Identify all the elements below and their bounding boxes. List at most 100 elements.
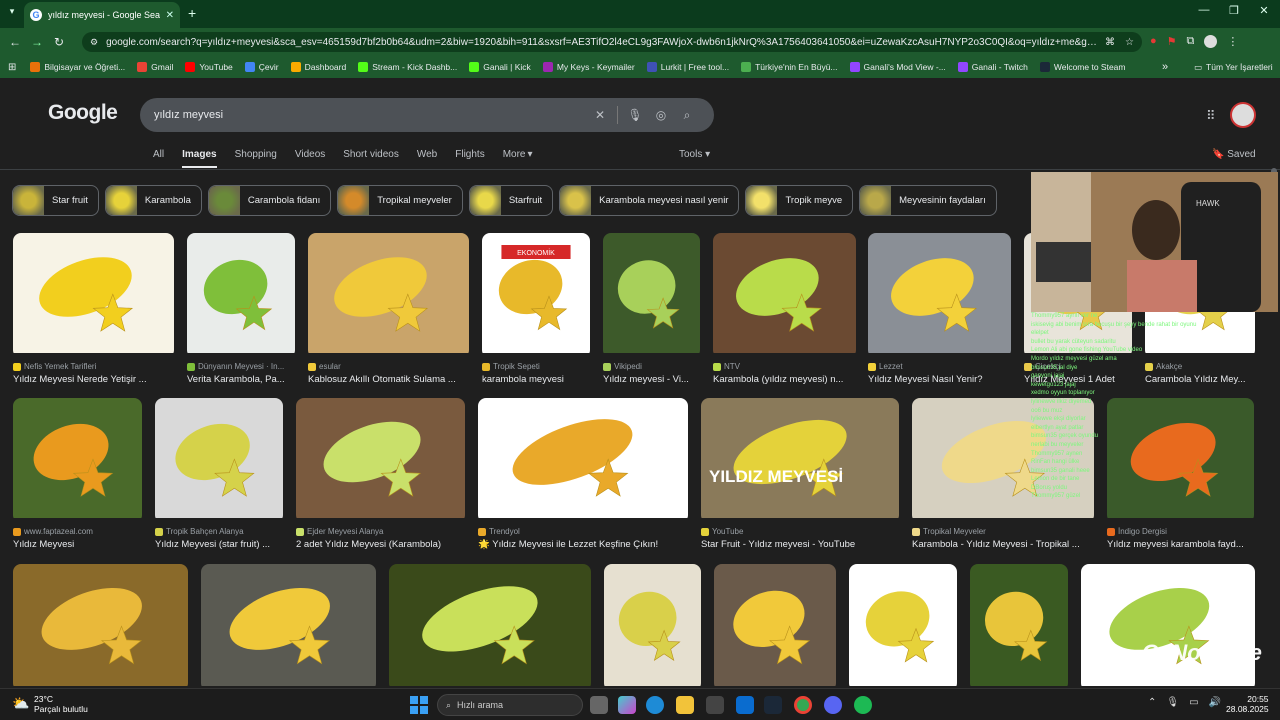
chip-7[interactable]: Meyvesinin faydaları (859, 185, 997, 216)
file-explorer-icon[interactable] (676, 696, 694, 714)
new-tab-button[interactable]: + (188, 5, 196, 21)
result-thumbnail[interactable] (868, 233, 1011, 358)
search-input[interactable]: yıldız meyvesi (154, 109, 587, 121)
tray-overflow-icon[interactable]: ⌃ (1148, 697, 1156, 708)
result-thumbnail[interactable] (389, 564, 591, 688)
store-icon[interactable] (706, 696, 724, 714)
apps-grid-icon[interactable]: ⊞ (8, 62, 16, 73)
result-thumbnail[interactable] (970, 564, 1068, 688)
image-result-card[interactable]: www.faptazeal.com Yıldız Meyvesi (13, 398, 142, 550)
google-apps-icon[interactable]: ⠿ (1206, 108, 1216, 124)
forward-button[interactable]: → (26, 31, 48, 53)
bookmark-star-icon[interactable]: ☆ (1125, 37, 1134, 48)
result-source[interactable]: Vikipedi (603, 362, 700, 371)
bookmark-item[interactable]: Stream - Kick Dashb... (358, 62, 457, 72)
edge-icon[interactable] (646, 696, 664, 714)
result-caption[interactable]: Yıldız meyvesi karambola fayd... (1107, 539, 1254, 550)
task-view-icon[interactable] (590, 696, 608, 714)
translate-icon[interactable]: ⌘ (1105, 37, 1115, 48)
chip-4[interactable]: Starfruit (468, 185, 554, 216)
image-result-card[interactable]: YILDIZ MEYVESİ YouTube Star Fruit - Yıldı… (701, 398, 899, 550)
tab-web[interactable]: Web (417, 149, 437, 168)
reload-button[interactable]: ↻ (48, 31, 70, 53)
bookmark-item[interactable]: Çevir (244, 62, 279, 72)
voice-search-icon[interactable]: 🎙 (622, 108, 648, 122)
result-thumbnail[interactable] (201, 564, 376, 688)
close-window-button[interactable]: ✕ (1252, 4, 1276, 17)
result-source[interactable]: YouTube (701, 527, 899, 536)
image-result-card[interactable] (604, 564, 701, 688)
tab-shopping[interactable]: Shopping (235, 149, 277, 168)
bookmark-item[interactable]: Ganali - Twitch (957, 62, 1028, 72)
spotify-icon[interactable] (854, 696, 872, 714)
image-result-card[interactable]: Nefis Yemek Tarifleri Yıldız Meyvesi Ner… (13, 233, 174, 385)
image-result-card[interactable]: Tropik Bahçen Alanya Yıldız Meyvesi (sta… (155, 398, 283, 550)
chip-0[interactable]: Star fruit (12, 185, 99, 216)
result-source[interactable]: Lezzet (868, 362, 1011, 371)
extensions-puzzle-icon[interactable]: ⧉ (1187, 35, 1195, 48)
steam-icon[interactable] (764, 696, 782, 714)
result-thumbnail[interactable] (603, 233, 700, 358)
result-thumbnail[interactable] (714, 564, 836, 688)
result-thumbnail[interactable] (13, 233, 174, 358)
discord-icon[interactable] (824, 696, 842, 714)
result-caption[interactable]: Yıldız Meyvesi Nasıl Yenir? (868, 374, 1011, 385)
tab-list-button[interactable]: ▾ (4, 6, 20, 22)
bookmark-item[interactable]: YouTube (185, 62, 233, 72)
bookmark-item[interactable]: Lurkit | Free tool... (646, 62, 729, 72)
weather-widget[interactable]: 23°C Parçalı bulutlu (34, 694, 88, 714)
result-thumbnail[interactable] (478, 398, 688, 523)
result-caption[interactable]: Verita Karambola, Pa... (187, 374, 295, 385)
image-result-card[interactable]: Dünyanın Meyvesi · In... Verita Karambol… (187, 233, 295, 385)
result-thumbnail[interactable] (296, 398, 465, 523)
image-result-card[interactable]: esular Kablosuz Akıllı Otomatik Sulama .… (308, 233, 469, 385)
volume-icon[interactable]: 🔊 (1209, 697, 1221, 708)
result-caption[interactable]: Star Fruit - Yıldız meyvesi - YouTube (701, 539, 899, 550)
result-source[interactable]: Tropikal Meyveler (912, 527, 1094, 536)
minimize-button[interactable]: — (1192, 4, 1216, 16)
chip-6[interactable]: Tropik meyve (745, 185, 854, 216)
result-source[interactable]: Tropik Bahçen Alanya (155, 527, 283, 536)
result-caption[interactable]: Yıldız Meyvesi Nerede Yetişir ... (13, 374, 174, 385)
result-source[interactable]: www.faptazeal.com (13, 527, 142, 536)
bookmark-item[interactable]: Türkiye'nin En Büyü... (741, 62, 838, 72)
tools-button[interactable]: Tools ▾ (679, 149, 710, 160)
result-thumbnail[interactable] (849, 564, 957, 688)
result-thumbnail[interactable] (713, 233, 856, 358)
result-thumbnail[interactable] (604, 564, 701, 688)
result-caption[interactable]: Karambola - Yıldız Meyvesi - Tropikal ..… (912, 539, 1094, 550)
taskbar-search[interactable]: ⌕ Hızlı arama (437, 694, 583, 716)
chip-2[interactable]: Carambola fidanı (207, 185, 332, 216)
result-caption[interactable]: 🌟 Yıldız Meyvesi ile Lezzet Keşfine Çıkı… (478, 539, 688, 550)
result-caption[interactable]: Yıldız Meyvesi (13, 539, 142, 550)
tab-videos[interactable]: Videos (295, 149, 325, 168)
image-result-card[interactable] (1081, 564, 1255, 688)
result-thumbnail[interactable] (308, 233, 469, 358)
network-icon[interactable]: ▭ (1189, 697, 1198, 708)
start-button[interactable] (410, 696, 428, 714)
extension-red-icon[interactable]: ● (1150, 35, 1157, 48)
image-result-card[interactable] (970, 564, 1068, 688)
result-source[interactable]: esular (308, 362, 469, 371)
bookmark-item[interactable]: Ganali | Kick (469, 62, 531, 72)
image-result-card[interactable]: NTV Karambola (yıldız meyvesi) n... (713, 233, 856, 385)
address-bar[interactable]: ⚙ google.com/search?q=yıldız+meyvesi&sca… (82, 32, 1142, 52)
result-thumbnail[interactable]: EKONOMİK (482, 233, 590, 358)
result-thumbnail[interactable] (13, 564, 188, 688)
chip-3[interactable]: Tropikal meyveler (337, 185, 463, 216)
search-icon[interactable]: ⌕ (674, 108, 700, 123)
result-caption[interactable]: Karambola (yıldız meyvesi) n... (713, 374, 856, 385)
image-result-card[interactable] (389, 564, 591, 688)
chip-1[interactable]: Karambola (104, 185, 202, 216)
bookmark-item[interactable]: Dashboard (290, 62, 346, 72)
result-source[interactable]: Nefis Yemek Tarifleri (13, 362, 174, 371)
result-thumbnail[interactable] (13, 398, 142, 523)
lens-search-icon[interactable]: ◎ (648, 108, 674, 122)
result-caption[interactable]: 2 adet Yıldız Meyvesi (Karambola) (296, 539, 465, 550)
image-result-card[interactable]: Trendyol 🌟 Yıldız Meyvesi ile Lezzet Keş… (478, 398, 688, 550)
site-info-icon[interactable]: ⚙ (90, 37, 98, 48)
tab-flights[interactable]: Flights (455, 149, 484, 168)
weather-icon[interactable]: ⛅ (12, 695, 29, 712)
result-source[interactable]: Trendyol (478, 527, 688, 536)
google-logo[interactable]: Google (48, 101, 118, 125)
